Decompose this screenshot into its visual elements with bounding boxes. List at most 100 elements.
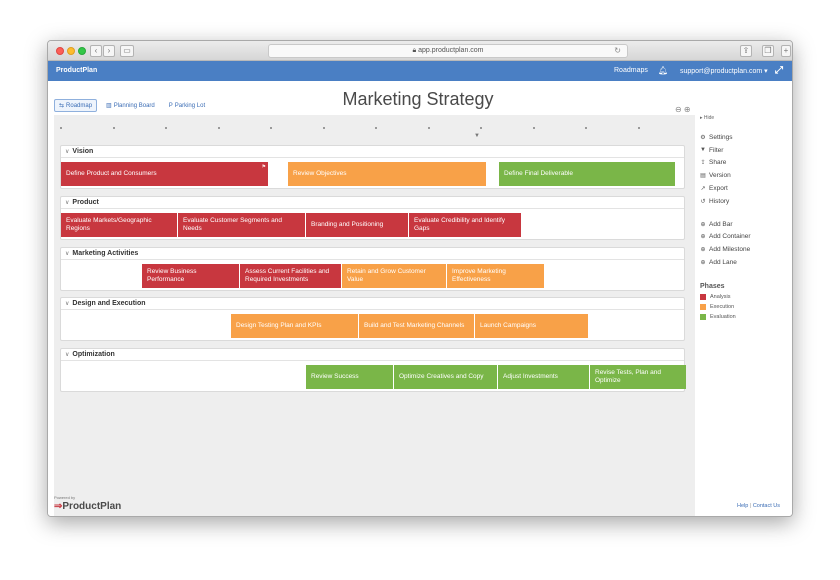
- board-icon: ▥: [106, 103, 112, 109]
- roadmap-bar[interactable]: Launch Campaigns: [475, 314, 588, 338]
- contact-link[interactable]: Contact Us: [753, 503, 780, 509]
- tab-label: Planning Board: [113, 102, 155, 109]
- user-menu[interactable]: support@productplan.com ▾: [680, 67, 768, 75]
- chevron-down-icon[interactable]: ∨: [65, 298, 69, 310]
- lane-header[interactable]: ∨ Vision: [61, 146, 684, 158]
- new-tab-icon[interactable]: +: [781, 45, 791, 57]
- lane-product: ∨ Product Evaluate Markets/Geographic Re…: [60, 196, 685, 240]
- phase-label: Execution: [710, 303, 735, 310]
- address-bar[interactable]: 🔒︎ app.productplan.com ↻: [268, 44, 628, 58]
- filter-button[interactable]: ▼ Filter: [700, 144, 790, 157]
- close-window-button[interactable]: [56, 47, 64, 55]
- add-lane-button[interactable]: ⊕ Add Lane: [700, 256, 790, 269]
- expand-icon[interactable]: ⤢: [775, 65, 783, 76]
- tab-planning-board[interactable]: ▥ Planning Board: [101, 99, 160, 112]
- chevron-down-icon[interactable]: ∨: [65, 197, 69, 209]
- forward-button[interactable]: ›: [103, 45, 115, 57]
- add-bar-button[interactable]: ⊕ Add Bar: [700, 218, 790, 231]
- zoom-controls[interactable]: ⊖ ⊕: [675, 105, 691, 114]
- bell-icon[interactable]: 🔔︎: [658, 66, 668, 75]
- roadmap-bar[interactable]: Review Business Performance: [142, 264, 239, 288]
- sidebar-item-label: Settings: [709, 133, 733, 141]
- add-container-button[interactable]: ⊕ Add Container: [700, 231, 790, 244]
- tab-roadmap[interactable]: ⇆ Roadmap: [54, 99, 98, 112]
- bar-label: Review Objectives: [293, 170, 347, 177]
- footer-links: Help | Contact Us: [737, 503, 780, 509]
- history-icon: ↺: [700, 198, 706, 205]
- chevron-down-icon[interactable]: ∨: [65, 248, 69, 260]
- roadmap-bar[interactable]: Define Product and Consumers ⚑: [61, 162, 268, 186]
- hide-sidebar-button[interactable]: ▸ Hide: [700, 115, 790, 121]
- parking-icon: P: [168, 102, 173, 109]
- roadmap-bar[interactable]: Define Final Deliverable: [499, 162, 675, 186]
- roadmap-bar[interactable]: Design Testing Plan and KPIs: [231, 314, 358, 338]
- export-icon: ↗: [700, 186, 706, 193]
- sidebar-item-label: History: [709, 197, 730, 205]
- sidebar-toggle-icon[interactable]: ▭: [120, 45, 134, 57]
- url-text: app.productplan.com: [418, 47, 484, 54]
- bar-label: Improve Marketing Effectiveness: [452, 268, 506, 283]
- share-page-icon[interactable]: ⇪: [740, 45, 752, 57]
- plus-icon: ⊕: [700, 247, 706, 254]
- roadmap-icon: ⇆: [59, 103, 65, 109]
- minimize-window-button[interactable]: [67, 47, 75, 55]
- back-button[interactable]: ‹: [90, 45, 102, 57]
- roadmap-bar[interactable]: Improve Marketing Effectiveness: [447, 264, 544, 288]
- tabs-overview-icon[interactable]: ❐: [762, 45, 774, 57]
- reload-icon[interactable]: ↻: [614, 45, 621, 57]
- roadmap-bar[interactable]: Evaluate Customer Segments and Needs: [178, 213, 305, 237]
- tab-label: Roadmap: [66, 102, 93, 109]
- view-tabs: ⇆ Roadmap ▥ Planning Board P Parking Lot: [54, 99, 210, 112]
- footer-logo[interactable]: ⇒ProductPlan: [54, 501, 121, 512]
- bar-label: Evaluate Customer Segments and Needs: [183, 217, 282, 232]
- lane-design-and-execution: ∨ Design and Execution Design Testing Pl…: [60, 297, 685, 341]
- phase-swatch: [700, 313, 706, 320]
- add-milestone-button[interactable]: ⊕ Add Milestone: [700, 243, 790, 256]
- roadmap-bar[interactable]: Branding and Positioning: [306, 213, 408, 237]
- lane-header[interactable]: ∨ Marketing Activities: [61, 248, 684, 260]
- version-button[interactable]: ▤ Version: [700, 169, 790, 182]
- timeline-tick: [165, 127, 167, 129]
- timeline-ruler: ▼: [54, 115, 695, 139]
- browser-window: ‹ › ▭ 🔒︎ app.productplan.com ↻ ⇪ ❐ + Pro…: [47, 40, 793, 517]
- roadmap-bar[interactable]: Retain and Grow Customer Value: [342, 264, 446, 288]
- timeline-tick: [585, 127, 587, 129]
- lane-header[interactable]: ∨ Optimization: [61, 349, 684, 361]
- sidebar-item-label: Version: [709, 172, 731, 180]
- history-button[interactable]: ↺ History: [700, 195, 790, 208]
- plus-icon: ⊕: [700, 221, 706, 228]
- flag-icon: ⚑: [261, 164, 266, 170]
- roadmap-bar[interactable]: Revise Tests, Plan and Optimize: [590, 365, 686, 389]
- bar-label: Revise Tests, Plan and Optimize: [595, 369, 661, 384]
- powered-by-text: Powered by: [54, 495, 76, 500]
- roadmap-bar[interactable]: Adjust Investments: [498, 365, 589, 389]
- chevron-down-icon[interactable]: ∨: [65, 146, 69, 158]
- bar-label: Define Product and Consumers: [66, 170, 157, 177]
- export-button[interactable]: ↗ Export: [700, 182, 790, 195]
- lane-header[interactable]: ∨ Product: [61, 197, 684, 209]
- roadmap-bar[interactable]: Build and Test Marketing Channels: [359, 314, 474, 338]
- share-button[interactable]: ⇪ Share: [700, 157, 790, 170]
- maximize-window-button[interactable]: [78, 47, 86, 55]
- roadmap-bar[interactable]: Review Objectives: [288, 162, 486, 186]
- settings-button[interactable]: ⚙ Settings: [700, 131, 790, 144]
- help-link[interactable]: Help: [737, 503, 748, 509]
- sidebar-item-label: Share: [709, 159, 727, 167]
- brand-logo[interactable]: ProductPlan: [56, 67, 97, 74]
- roadmap-bar[interactable]: Evaluate Markets/Geographic Regions: [61, 213, 177, 237]
- timeline-tick: [532, 127, 535, 129]
- roadmap-bar[interactable]: Evaluate Credibility and Identify Gaps: [409, 213, 521, 237]
- lane-header[interactable]: ∨ Design and Execution: [61, 298, 684, 310]
- lane-title: Optimization: [72, 350, 115, 358]
- plus-icon: ⊕: [700, 260, 706, 267]
- roadmap-bar[interactable]: Optimize Creatives and Copy: [394, 365, 497, 389]
- tab-label: Parking Lot: [174, 102, 206, 109]
- chevron-down-icon[interactable]: ∨: [65, 349, 69, 361]
- tab-parking-lot[interactable]: P Parking Lot: [164, 99, 210, 112]
- phase-swatch: [700, 303, 706, 310]
- roadmap-bar[interactable]: Review Success: [306, 365, 393, 389]
- roadmaps-link[interactable]: Roadmaps: [614, 67, 648, 74]
- phase-label: Analysis: [710, 293, 731, 300]
- roadmap-bar[interactable]: Assess Current Facilities and Required I…: [240, 264, 341, 288]
- bar-label: Review Success: [311, 373, 359, 380]
